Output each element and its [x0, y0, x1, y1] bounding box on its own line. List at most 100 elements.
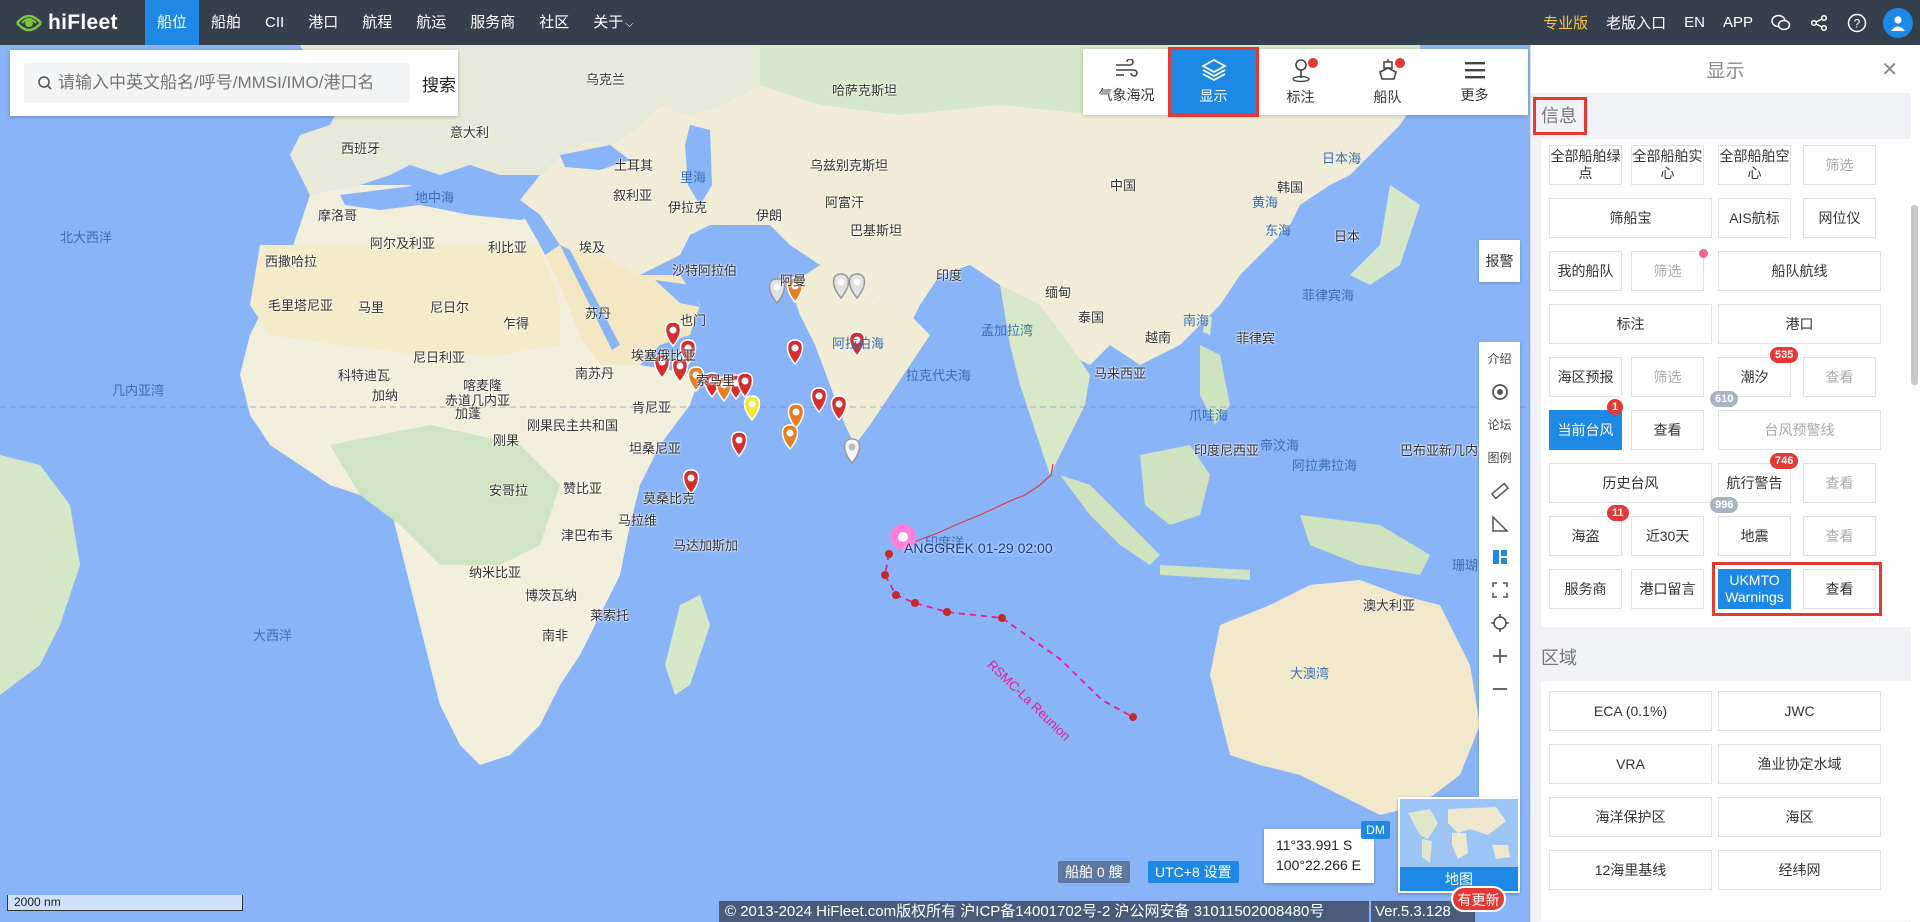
nav-item-community[interactable]: 社区 — [527, 0, 581, 45]
intro-button[interactable]: 介绍 — [1479, 342, 1520, 375]
app-link[interactable]: APP — [1723, 14, 1753, 31]
ais-aton-button[interactable]: AIS航标 — [1718, 198, 1791, 238]
fleet-filter-button[interactable]: 筛选 — [1631, 251, 1704, 291]
baseline-12nm-button[interactable]: 12海里基线 — [1549, 850, 1712, 890]
all-ships-hollow-button[interactable]: 全部船舶空心 — [1718, 145, 1791, 185]
coordinate-format-toggle[interactable]: DM — [1361, 821, 1390, 839]
fleet-button[interactable]: 船队 — [1344, 49, 1431, 115]
update-button[interactable]: 有更新 — [1451, 886, 1506, 912]
help-icon[interactable]: ? — [1846, 12, 1868, 34]
all-ships-green-dot-button[interactable]: 全部船舶绿点 — [1549, 145, 1622, 185]
map-label-arabian-sea: 阿拉伯海 — [832, 336, 885, 351]
typhoon-label[interactable]: ANGGREK 01-29 02:00 — [904, 540, 1053, 556]
nav-item-voyage[interactable]: 航程 — [350, 0, 404, 45]
port-message-button[interactable]: 港口留言 — [1631, 569, 1704, 609]
my-fleet-button[interactable]: 我的船队 — [1549, 251, 1622, 291]
piracy-button[interactable]: 海盗 — [1549, 516, 1622, 556]
alarm-button[interactable]: 报警 — [1479, 240, 1520, 282]
typhoon-warning-line-button[interactable]: 台风预警线 — [1718, 410, 1881, 450]
language-link[interactable]: EN — [1684, 14, 1705, 31]
marine-protected-area-button[interactable]: 海洋保护区 — [1549, 797, 1712, 837]
old-version-link[interactable]: 老版入口 — [1606, 12, 1666, 33]
map-label-japan: 日本 — [1334, 229, 1361, 244]
weather-button[interactable]: 气象海况 — [1083, 49, 1170, 115]
map-canvas[interactable]: 北大西洋 大西洋 阿拉伯海 孟加拉湾 拉克代夫海 印度洋 日本海 黄海 东海 南… — [0, 45, 1530, 922]
sea-forecast-filter-button[interactable]: 筛选 — [1631, 357, 1704, 397]
ukmto-warnings-button[interactable]: UKMTO Warnings — [1718, 569, 1791, 609]
service-provider-button[interactable]: 服务商 — [1549, 569, 1622, 609]
layers-icon — [1200, 59, 1227, 81]
map-label-libya: 利比亚 — [488, 240, 528, 255]
last-30-days-button[interactable]: 近30天 — [1631, 516, 1704, 556]
zoom-in-icon[interactable] — [1479, 639, 1520, 672]
search-icon — [38, 76, 52, 90]
zoom-out-icon[interactable] — [1479, 672, 1520, 705]
locate-icon[interactable] — [1479, 606, 1520, 639]
logo[interactable]: hiFleet — [0, 0, 145, 45]
tide-count-badge: 535 — [1770, 347, 1799, 363]
net-buoy-button[interactable]: 网位仪 — [1803, 198, 1876, 238]
nav-item-ports[interactable]: 港口 — [296, 0, 350, 45]
typhoon-view-button[interactable]: 查看 — [1631, 410, 1704, 450]
sea-area-button[interactable]: 海区 — [1718, 797, 1881, 837]
wechat-icon[interactable] — [1770, 12, 1792, 34]
display-button[interactable]: 显示 — [1168, 47, 1259, 117]
more-button[interactable]: 更多 — [1431, 49, 1518, 115]
nav-item-about[interactable]: 关于 ⌵ — [581, 0, 645, 45]
fleet-route-button[interactable]: 船队航线 — [1718, 251, 1881, 291]
jwc-button[interactable]: JWC — [1718, 691, 1881, 731]
share-icon[interactable] — [1808, 12, 1830, 34]
map-label-north-atlantic: 北大西洋 — [60, 230, 113, 245]
nav-item-ships[interactable]: 船舶 — [199, 0, 253, 45]
pro-version-link[interactable]: 专业版 — [1543, 12, 1588, 33]
map-label-kazakhstan: 哈萨克斯坦 — [832, 83, 898, 98]
search-input[interactable] — [58, 73, 398, 93]
nav-item-shipping[interactable]: 航运 — [404, 0, 458, 45]
graticule-button[interactable]: 经纬网 — [1718, 850, 1881, 890]
legend-button[interactable]: 图例 — [1479, 441, 1520, 474]
eca-button[interactable]: ECA (0.1%) — [1549, 691, 1712, 731]
map-label-australia: 澳大利亚 — [1363, 598, 1416, 613]
minimap[interactable]: 地图 — [1398, 797, 1520, 893]
nav-item-ship-position[interactable]: 船位 — [145, 0, 200, 45]
nav-warning-view-button[interactable]: 查看 — [1803, 463, 1876, 503]
map-label-philippines: 菲律宾 — [1236, 331, 1276, 346]
fishery-agreement-button[interactable]: 渔业协定水域 — [1718, 744, 1881, 784]
fleet-label: 船队 — [1373, 89, 1402, 105]
history-typhoon-button[interactable]: 历史台风 — [1549, 463, 1712, 503]
earthquake-view-button[interactable]: 查看 — [1803, 516, 1876, 556]
map-toolbar: 气象海况 显示 标注 船队 更多 — [1083, 47, 1528, 117]
marks-button[interactable]: 标注 — [1549, 304, 1712, 344]
angle-measure-icon[interactable] — [1479, 507, 1520, 540]
close-icon[interactable]: ✕ — [1881, 57, 1898, 82]
chevron-down-icon: ⌵ — [625, 18, 634, 30]
layout-icon[interactable] — [1479, 540, 1520, 573]
ship-filter-button[interactable]: 筛选 — [1803, 145, 1876, 185]
earthquake-button[interactable]: 地震 — [1718, 516, 1791, 556]
ruler-icon[interactable] — [1479, 474, 1520, 507]
current-typhoon-button[interactable]: 当前台风 — [1549, 410, 1622, 450]
more-label: 更多 — [1460, 87, 1489, 103]
timezone-button[interactable]: UTC+8 设置 — [1148, 861, 1239, 883]
sea-forecast-button[interactable]: 海区预报 — [1549, 357, 1622, 397]
search-field[interactable] — [24, 63, 410, 103]
map-label-myanmar: 缅甸 — [1045, 285, 1072, 300]
panel-scrollbar[interactable] — [1911, 205, 1918, 385]
map-label-congo: 刚果 — [493, 433, 520, 448]
forum-button[interactable]: 论坛 — [1479, 408, 1520, 441]
user-menu[interactable] — [1876, 0, 1920, 45]
all-ships-solid-button[interactable]: 全部船舶实心 — [1631, 145, 1704, 185]
service-icon[interactable] — [1479, 375, 1520, 408]
vra-button[interactable]: VRA — [1549, 744, 1712, 784]
map-label-mediterranean: 地中海 — [415, 190, 455, 205]
fullscreen-icon[interactable] — [1479, 573, 1520, 606]
nav-item-cii[interactable]: CII — [253, 0, 296, 45]
ports-button[interactable]: 港口 — [1718, 304, 1881, 344]
ukmto-view-button[interactable]: 查看 — [1803, 569, 1876, 609]
typhoon-count-badge: 1 — [1607, 399, 1624, 415]
tide-view-button[interactable]: 查看 — [1803, 357, 1876, 397]
nav-item-service-provider[interactable]: 服务商 — [458, 0, 527, 45]
filter-bao-button[interactable]: 筛船宝 — [1549, 198, 1712, 238]
search-button[interactable]: 搜索 — [422, 71, 456, 96]
mark-button[interactable]: 标注 — [1257, 49, 1344, 115]
